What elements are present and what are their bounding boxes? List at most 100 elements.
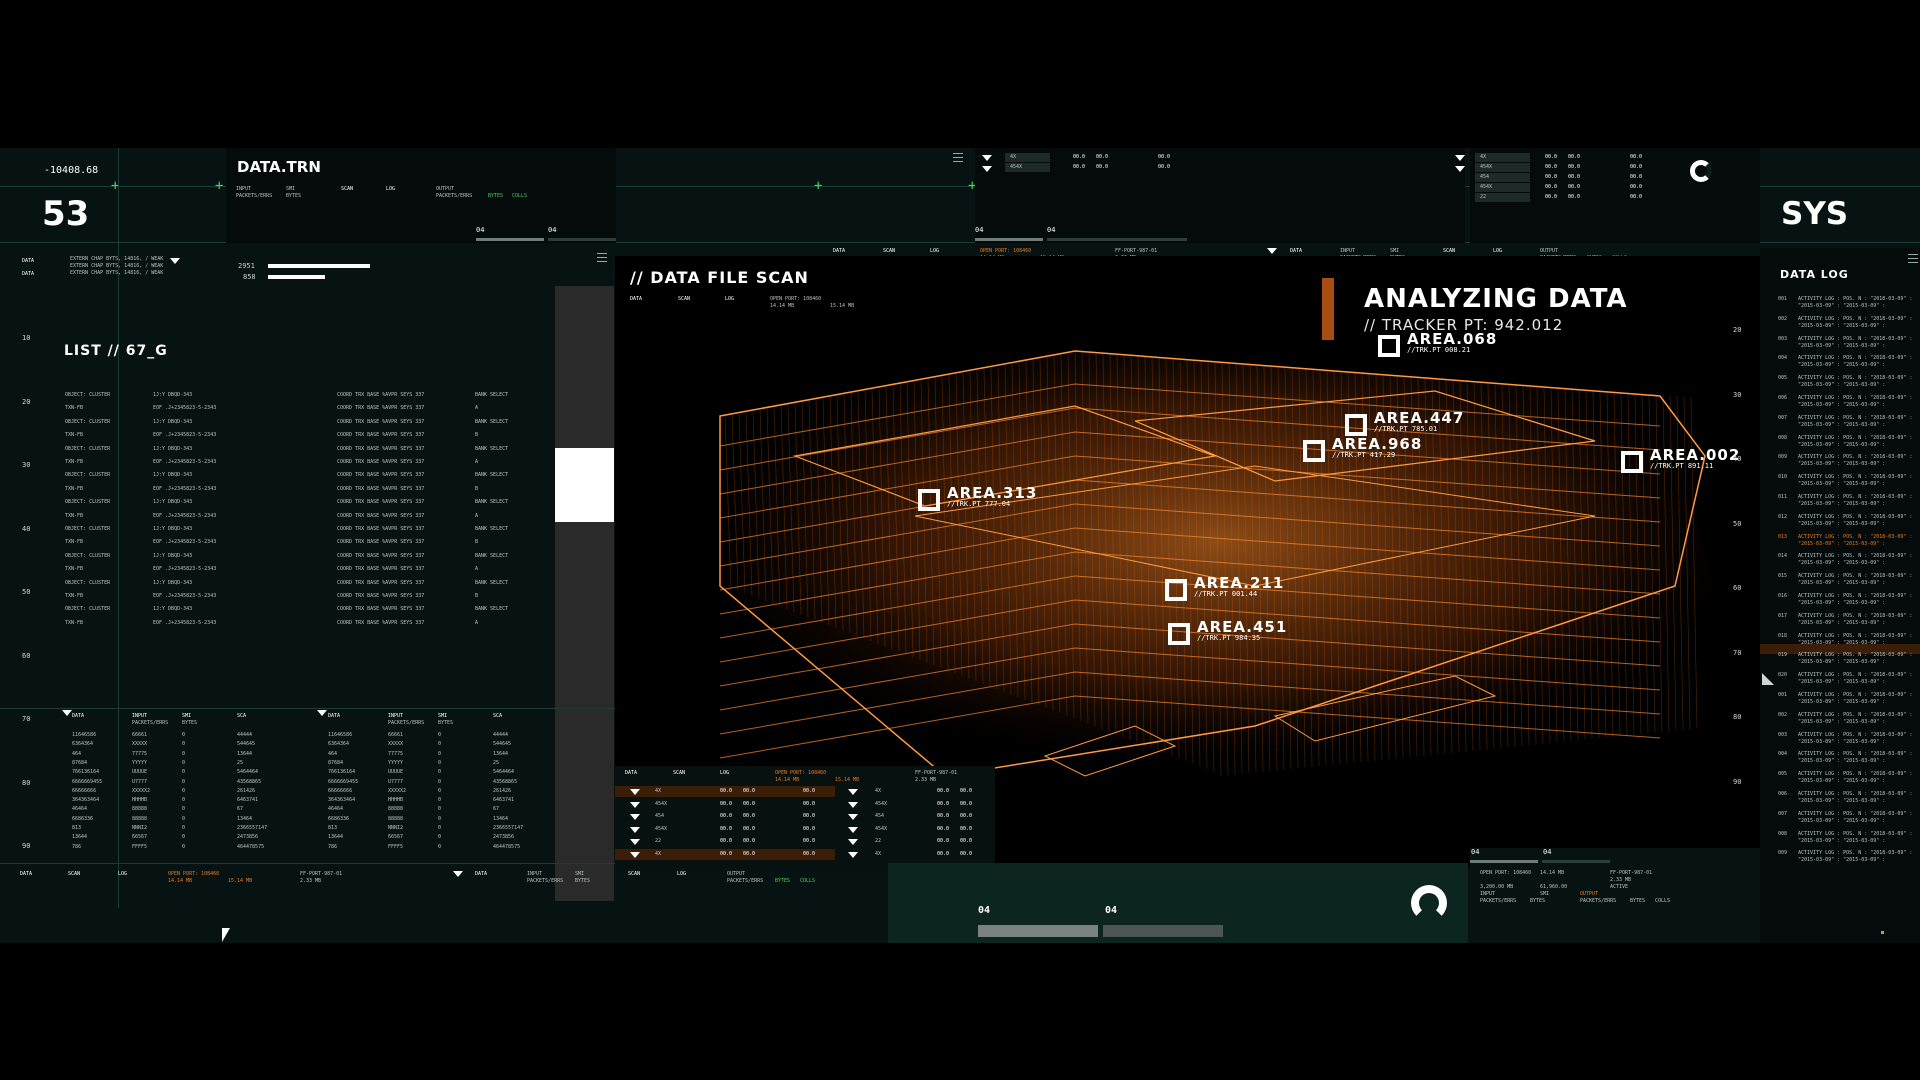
io-label: OUTPUT <box>436 186 455 192</box>
log-entry: "2015-03-09" : "2015-03-09" : <box>1798 342 1886 349</box>
area-marker-icon[interactable] <box>1345 414 1367 436</box>
log-entry: ACTIVITY LOG : POS. N : "2018-03-09" : <box>1798 533 1913 540</box>
scan-tab[interactable]: SCAN <box>628 871 640 878</box>
list-cell-bank: A <box>475 619 479 626</box>
dropdown-icon[interactable] <box>62 710 72 716</box>
dropdown-icon[interactable] <box>982 155 992 161</box>
grid-val: 00.0 <box>960 813 973 819</box>
table-cell: 0 <box>438 806 442 813</box>
data-label: DATA <box>1290 248 1303 254</box>
dropdown-icon[interactable] <box>1455 166 1465 172</box>
area-marker-icon[interactable] <box>1378 335 1400 357</box>
log-entry: ACTIVITY LOG : POS. N : "2018-03-09" : <box>1798 711 1913 718</box>
scroll-thumb[interactable] <box>555 448 614 522</box>
io-sub: COLLS <box>800 878 816 884</box>
area-marker-icon[interactable] <box>1621 451 1643 473</box>
dropdown-icon[interactable] <box>848 839 858 845</box>
grid-val: 00.0 <box>1568 194 1581 200</box>
tab-04[interactable]: 04 <box>548 226 556 234</box>
log-id: 005 <box>1778 375 1788 382</box>
log-entry: "2015-03-09" : "2015-03-09" : <box>1798 382 1886 389</box>
dropdown-icon[interactable] <box>848 851 858 858</box>
dropdown-icon[interactable] <box>170 258 180 264</box>
log-entry: "2015-03-09" : "2015-03-09" : <box>1798 362 1886 369</box>
dropdown-icon[interactable] <box>982 166 992 172</box>
scan-tab[interactable]: SCAN <box>68 871 80 878</box>
area-marker-icon[interactable] <box>918 489 940 511</box>
area-marker-icon[interactable] <box>1165 579 1187 601</box>
log-entry: "2015-03-09" : "2015-03-09" : <box>1798 699 1886 705</box>
grid-key: 454X <box>655 825 668 832</box>
table-cell: FFFF5 <box>388 843 404 850</box>
dropdown-icon[interactable] <box>848 826 858 833</box>
scan-tab[interactable]: SCAN <box>883 248 895 255</box>
log-id: 007 <box>1778 414 1788 421</box>
log-id: 006 <box>1778 791 1788 797</box>
dropdown-icon[interactable] <box>630 789 640 795</box>
tab-04[interactable]: 04 <box>975 226 983 234</box>
grid-val: 00.0 <box>720 813 733 819</box>
scan-tab[interactable]: SCAN <box>673 770 685 777</box>
log-tab[interactable]: LOG <box>930 248 939 255</box>
dropdown-icon[interactable] <box>848 789 858 795</box>
menu-icon[interactable] <box>597 253 607 262</box>
menu-icon[interactable] <box>953 153 963 162</box>
area-marker-icon[interactable] <box>1168 623 1190 645</box>
dropdown-icon[interactable] <box>630 801 640 808</box>
log-tab[interactable]: LOG <box>720 770 729 777</box>
tab-04[interactable]: 04 <box>476 226 484 234</box>
table-cell: 0 <box>182 834 186 841</box>
top-grid-panel: 4X 454X 00.0 00.0 00.0 00.0 00.0 00.0 04… <box>975 148 1465 243</box>
log-entry: ACTIVITY LOG : POS. N : "2018-03-09" : <box>1798 751 1913 758</box>
dropdown-icon[interactable] <box>1267 248 1277 254</box>
tab-04[interactable]: 04 <box>1471 848 1479 856</box>
tab-04[interactable]: 04 <box>978 905 990 916</box>
dropdown-icon[interactable] <box>317 710 327 716</box>
table-cell: HHHHB <box>388 797 404 804</box>
grid-val: 00.0 <box>720 800 733 807</box>
log-entry: "2015-03-09" : "2015-03-09" : <box>1798 619 1886 626</box>
list-cell-id: EOF .J+2345823-5-2343 <box>153 566 217 573</box>
scan-tab[interactable]: SCAN <box>341 186 353 193</box>
ruler-tick: 30 <box>1733 390 1742 399</box>
table-cell: 66567 <box>388 834 404 841</box>
dropdown-icon[interactable] <box>630 851 640 858</box>
dropdown-icon[interactable] <box>630 814 640 820</box>
io-sub: BYTES <box>286 193 302 199</box>
dropdown-icon[interactable] <box>848 814 858 820</box>
table-cell: 0 <box>182 787 186 794</box>
scan-tab[interactable]: SCAN <box>1443 248 1455 255</box>
tab-04[interactable]: 04 <box>1543 848 1551 856</box>
table-cell: 0 <box>182 778 186 785</box>
table-cell: 0 <box>438 825 442 831</box>
ruler-tick: 70 <box>1733 648 1742 657</box>
log-tab[interactable]: LOG <box>677 871 686 878</box>
log-tab[interactable]: LOG <box>725 296 734 303</box>
analyzing-panel: ANALYZING DATA // TRACKER PT: 942.012 <box>1322 278 1760 340</box>
list-cell-type: OBJECT: CLUSTER <box>65 499 111 506</box>
log-entry: "2015-03-09" : "2015-03-09" : <box>1798 481 1886 488</box>
port-id: FF-PORT-987-01 <box>915 770 958 776</box>
log-entry: ACTIVITY LOG : POS. N : "2018-03-09" : <box>1798 494 1913 500</box>
dropdown-icon[interactable] <box>453 871 463 877</box>
log-tab[interactable]: LOG <box>1493 248 1502 255</box>
dropdown-icon[interactable] <box>1455 155 1465 161</box>
dropdown-icon[interactable] <box>848 801 858 808</box>
area-marker-icon[interactable] <box>1303 440 1325 462</box>
log-entry: ACTIVITY LOG : POS. N : "2018-03-09" : <box>1798 434 1913 441</box>
log-tab[interactable]: LOG <box>386 186 395 193</box>
port-id: FF-PORT-987-01 <box>1115 248 1158 254</box>
scan-viewport[interactable]: // DATA FILE SCAN DATA SCAN LOG OPEN POR… <box>615 256 1760 868</box>
grid-key: 454X <box>875 800 888 807</box>
log-tab[interactable]: LOG <box>118 871 127 878</box>
dropdown-icon[interactable] <box>630 826 640 833</box>
tab-04[interactable]: 04 <box>1047 226 1055 234</box>
table-cell: 88888 <box>132 815 148 822</box>
dropdown-icon[interactable] <box>630 839 640 845</box>
area-track: //TRK.PT 984.35 <box>1197 634 1261 642</box>
menu-icon[interactable] <box>1908 254 1918 263</box>
log-entry: "2015-03-09" : "2015-03-09" : <box>1798 817 1886 824</box>
table-cell: 0 <box>438 787 442 794</box>
tab-04[interactable]: 04 <box>1105 905 1117 916</box>
scan-tab[interactable]: SCAN <box>678 296 690 303</box>
